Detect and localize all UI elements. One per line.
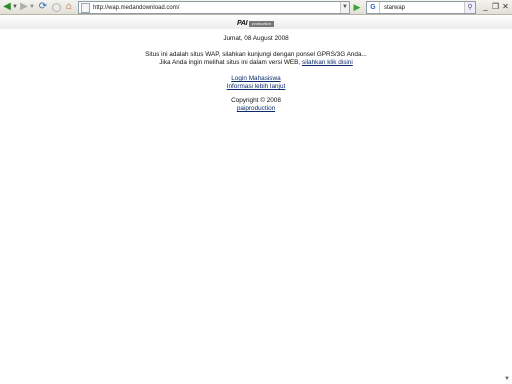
minimize-icon[interactable]: _: [481, 1, 490, 13]
search-input[interactable]: starwap: [384, 5, 464, 11]
search-bar[interactable]: G starwap ⚲: [366, 1, 476, 14]
login-mahasiswa-link[interactable]: Login Mahasiswa: [0, 75, 512, 83]
address-url[interactable]: http://wap.medandownload.com/: [93, 5, 179, 11]
address-bar[interactable]: http://wap.medandownload.com/ ▼: [78, 1, 350, 14]
pai-production-logo: PAI production: [237, 20, 274, 28]
go-arrow-icon[interactable]: ▶: [352, 1, 362, 13]
page-content: Jumat, 08 August 2008 Situs ini adalah s…: [0, 35, 512, 113]
browser-toolbar: ◀ ▼ ▶ ▼ ⟳ ⌂ http://wap.medandownload.com…: [0, 0, 512, 15]
logo-sub-text: production: [249, 21, 274, 27]
magnifier-icon[interactable]: ⚲: [464, 2, 475, 13]
reload-icon[interactable]: ⟳: [38, 1, 48, 13]
address-dropdown-icon[interactable]: ▼: [340, 2, 349, 13]
web-version-text: Jika Anda ingin melihat situs ini dalam …: [159, 59, 301, 66]
home-icon[interactable]: ⌂: [64, 1, 74, 13]
forward-arrow-icon[interactable]: ▶: [19, 1, 29, 13]
wap-notice: Situs ini adalah situs WAP, silahkan kun…: [145, 51, 367, 58]
logo-main-text: PAI: [237, 20, 248, 27]
stop-icon[interactable]: [51, 1, 61, 13]
page-favicon-icon: [81, 2, 90, 13]
close-icon[interactable]: ✕: [501, 1, 510, 13]
more-info-link[interactable]: Informasi lebih lanjut: [0, 83, 512, 91]
scroll-down-icon[interactable]: ▼: [503, 375, 511, 383]
web-version-link[interactable]: silahkan klik disini: [302, 59, 353, 66]
forward-dropdown-icon[interactable]: ▼: [29, 1, 35, 13]
header-banner: PAI production: [0, 15, 512, 29]
copyright-text: Copyright © 2008: [231, 97, 281, 104]
maximize-icon[interactable]: ❐: [491, 1, 500, 13]
back-dropdown-icon[interactable]: ▼: [12, 1, 18, 13]
web-version-notice: Jika Anda ingin melihat situs ini dalam …: [0, 59, 512, 67]
page-date: Jumat, 08 August 2008: [223, 35, 289, 42]
page-viewport: PAI production Jumat, 08 August 2008 Sit…: [0, 15, 512, 384]
back-arrow-icon[interactable]: ◀: [2, 1, 12, 13]
google-icon[interactable]: G: [367, 2, 380, 13]
author-link[interactable]: paiproduction: [0, 105, 512, 113]
